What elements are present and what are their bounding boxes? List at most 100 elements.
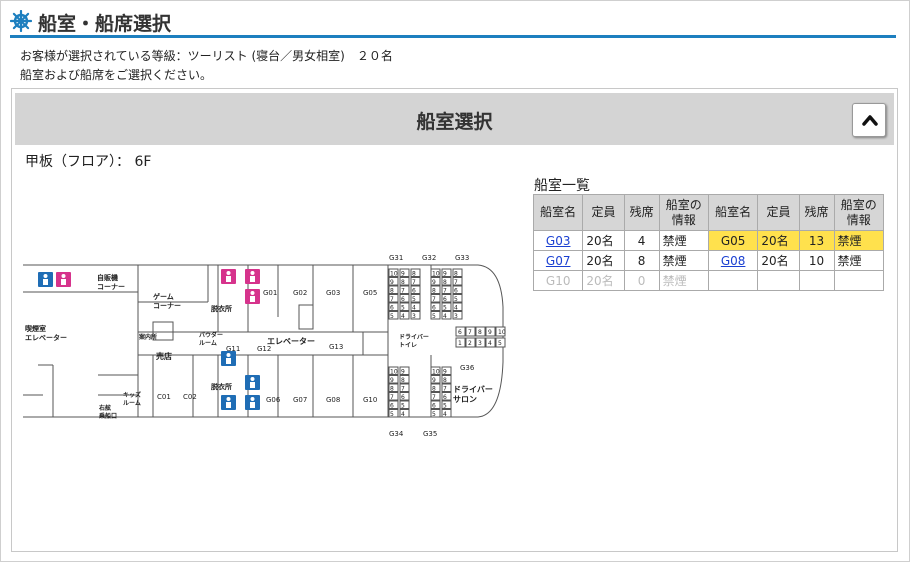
room-name-cell (707, 270, 759, 291)
page-header: 船室・船席選択 (10, 8, 896, 38)
room-label-G08: G08 (326, 396, 340, 404)
driver-toilet-label: ドライバー (399, 333, 429, 341)
wheelchair-icon-glyph (226, 353, 231, 357)
seat-number: 4 (488, 340, 492, 347)
col-header: 定員 (757, 194, 800, 231)
wheelchair-icon-glyph (226, 358, 231, 364)
seat-number: 7 (412, 279, 416, 286)
male-toilet-icon-glyph (43, 274, 48, 278)
room-label-G13: G13 (329, 343, 343, 351)
capacity-cell: 20名 (582, 270, 625, 291)
seat-number: 6 (401, 296, 405, 303)
seat-number: 7 (432, 296, 436, 303)
capacity-cell: 20名 (582, 230, 625, 251)
remaining-cell: 10 (798, 250, 835, 271)
table-row: G10 20名 0 禁煙 (532, 270, 885, 291)
remaining-cell: 0 (623, 270, 660, 291)
seat-number: 7 (390, 296, 394, 303)
room-info-cell (833, 270, 885, 291)
dressing-room-label: 脱衣所 (211, 382, 232, 391)
remaining-cell: 4 (623, 230, 660, 251)
room-label-G32: G32 (422, 254, 436, 262)
room-name-cell[interactable]: G03 (532, 230, 584, 251)
male-toilet-icon-glyph (43, 279, 48, 285)
driver-toilet-label: トイレ (399, 342, 417, 349)
shop-label: 売店 (156, 351, 172, 361)
seat-number: 6 (458, 329, 462, 336)
room-name-cell[interactable]: G08 (707, 250, 759, 271)
seat-number: 9 (443, 271, 447, 278)
powder-room-label: パウダー (199, 331, 223, 339)
seat-number: 6 (443, 296, 447, 303)
col-header: 船室の 情報 (658, 194, 709, 231)
ship-wheel-icon (10, 10, 32, 32)
remaining-cell: 13 (798, 230, 835, 251)
room-info-cell: 禁煙 (658, 270, 709, 291)
room-list-table: 船室名 定員 残席 船室の 情報 船室名 定員 残席 船室の 情報 G03 20名 4 禁煙 G05 20名… (532, 194, 885, 291)
bath-icon-glyph (226, 271, 231, 275)
vending-corner-label: 自販機 (97, 273, 118, 282)
powder-room-label: ルーム (199, 340, 217, 347)
seat-number: 5 (401, 403, 405, 410)
seat-number: 9 (432, 279, 436, 286)
room-link[interactable]: G07 (546, 254, 571, 268)
col-header: 残席 (798, 194, 835, 231)
seat-number: 3 (454, 313, 458, 320)
room-label-G07: G07 (293, 396, 307, 404)
seat-number: 4 (443, 313, 447, 320)
room-label-G01: G01 (263, 289, 277, 297)
seat-number: 8 (478, 329, 482, 336)
seat-number: 8 (401, 377, 405, 384)
seat-number: 5 (432, 313, 436, 320)
room-link[interactable]: G03 (546, 234, 571, 248)
room-list-title: 船室一覧 (534, 178, 590, 194)
game-corner-label: コーナー (153, 302, 181, 310)
seat-number: 6 (432, 305, 436, 312)
collapse-button[interactable] (852, 103, 886, 137)
seat-number: 7 (468, 329, 472, 336)
capacity-cell: 20名 (757, 230, 800, 251)
male-toilet-icon-glyph (250, 382, 255, 388)
seat-number: 9 (488, 329, 492, 336)
male-toilet-icon-glyph (250, 377, 255, 381)
seat-number: 6 (390, 403, 394, 410)
room-link[interactable]: G08 (721, 254, 746, 268)
room-info-cell: 禁煙 (833, 230, 885, 251)
panel-header: 船室選択 (15, 93, 894, 145)
bath-icon-glyph (226, 276, 231, 282)
seat-number: 4 (412, 305, 416, 312)
remaining-cell (798, 270, 835, 291)
room-label-G33: G33 (455, 254, 469, 262)
female-toilet-icon-glyph (250, 271, 255, 275)
seat-number: 4 (401, 313, 405, 320)
col-header: 残席 (623, 194, 660, 231)
driver-salon-label: ドライバー (453, 385, 493, 394)
game-corner-label: ゲーム (153, 292, 174, 301)
starboard-gate-label: 右舷 (98, 404, 111, 412)
cabin-select-panel: 船室選択 甲板（フロア）： 6F 自販機 コーナー ゲーム コーナー 脱衣所 脱衣所 喫煙室… (11, 88, 898, 552)
seat-number: 6 (401, 394, 405, 401)
page-title: 船室・船席選択 (38, 13, 172, 35)
table-header-row: 船室名 定員 残席 船室の 情報 船室名 定員 残席 船室の 情報 (532, 194, 885, 231)
col-header: 船室名 (532, 194, 584, 231)
seat-number: 6 (432, 403, 436, 410)
seat-number: 9 (390, 377, 394, 384)
room-name-cell[interactable]: G05 (707, 230, 759, 251)
room-name-cell: G10 (532, 270, 584, 291)
floor-label: 甲板（フロア）： 6F (25, 154, 152, 170)
starboard-gate-label: 乗船口 (98, 412, 117, 420)
room-label-G06: G06 (266, 396, 281, 404)
seat-number: 5 (390, 411, 394, 418)
room-info-cell: 禁煙 (658, 250, 709, 271)
seat-number: 7 (454, 279, 458, 286)
capacity-cell: 20名 (582, 250, 625, 271)
seat-number: 4 (443, 411, 447, 418)
seat-number: 8 (401, 279, 405, 286)
seat-number: 7 (443, 288, 447, 295)
kids-room-label: ルーム (123, 400, 141, 407)
room-name-cell[interactable]: G07 (532, 250, 584, 271)
seat-number: 7 (390, 394, 394, 401)
capacity-cell: 20名 (757, 250, 800, 271)
seat-number: 3 (478, 340, 482, 347)
room-label-G35: G35 (423, 430, 437, 437)
